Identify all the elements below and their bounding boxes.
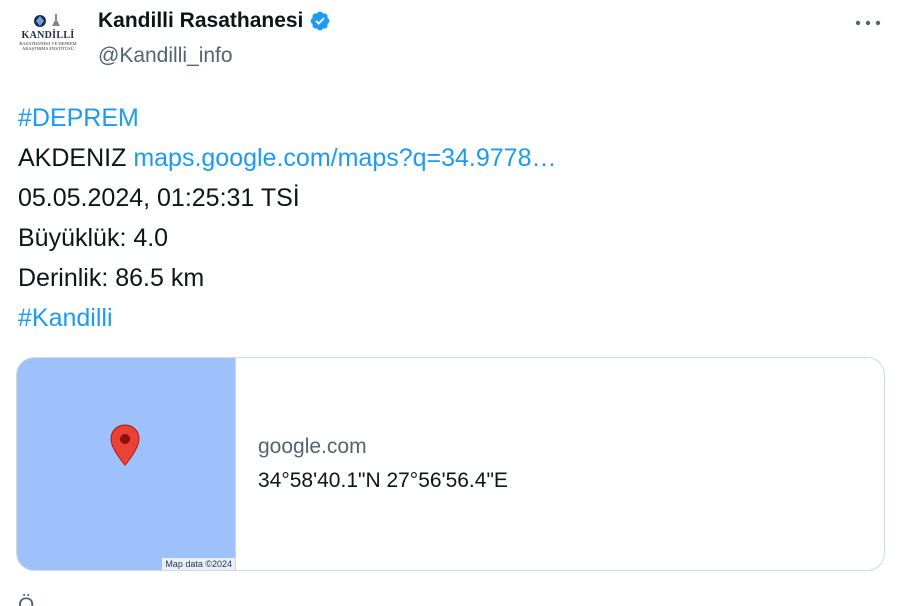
earthquake-magnitude: Büyüklük: 4.0 <box>18 224 169 252</box>
earthquake-datetime: 05.05.2024, 01:25:31 TSİ <box>18 184 300 212</box>
link-card-text: google.com 34°58'40.1"N 27°56'56.4"E <box>236 358 508 570</box>
hashtag-kandilli-link[interactable]: #Kandilli <box>18 304 113 332</box>
footer-partial-text: Ö <box>18 594 35 606</box>
tweet-text: #DEPREM AKDENIZ maps.google.com/maps?q=3… <box>18 98 557 338</box>
map-thumbnail: Map data ©2024 <box>17 358 236 570</box>
hashtag-deprem-link[interactable]: #DEPREM <box>18 104 139 132</box>
earthquake-depth: Derinlik: 86.5 km <box>18 264 205 292</box>
link-card-title: 34°58'40.1"N 27°56'56.4"E <box>258 469 508 492</box>
location-label: AKDENIZ <box>18 144 127 172</box>
display-name[interactable]: Kandilli Rasathanesi <box>98 9 303 33</box>
map-link[interactable]: maps.google.com/maps?q=34.9778… <box>133 144 556 172</box>
map-attribution: Map data ©2024 <box>162 558 235 570</box>
avatar[interactable]: KANDİLLİ RASATHANESİ VE DEPREM ARAŞTIRMA… <box>16 10 80 74</box>
more-horizontal-icon <box>855 20 881 26</box>
verified-badge-icon[interactable] <box>309 10 331 32</box>
avatar-logo-subtext: RASATHANESİ VE DEPREM ARAŞTIRMA ENSTİTÜS… <box>19 41 77 51</box>
more-options-button[interactable] <box>850 8 886 38</box>
map-pin-icon <box>110 424 140 466</box>
kandilli-logo-icon <box>34 14 60 27</box>
author-handle[interactable]: @Kandilli_info <box>98 44 233 68</box>
author-name-row: Kandilli Rasathanesi <box>98 9 331 33</box>
link-card-domain: google.com <box>258 435 367 458</box>
avatar-logo-text: KANDİLLİ <box>21 30 75 41</box>
link-preview-card[interactable]: Map data ©2024 google.com 34°58'40.1"N 2… <box>16 357 885 571</box>
